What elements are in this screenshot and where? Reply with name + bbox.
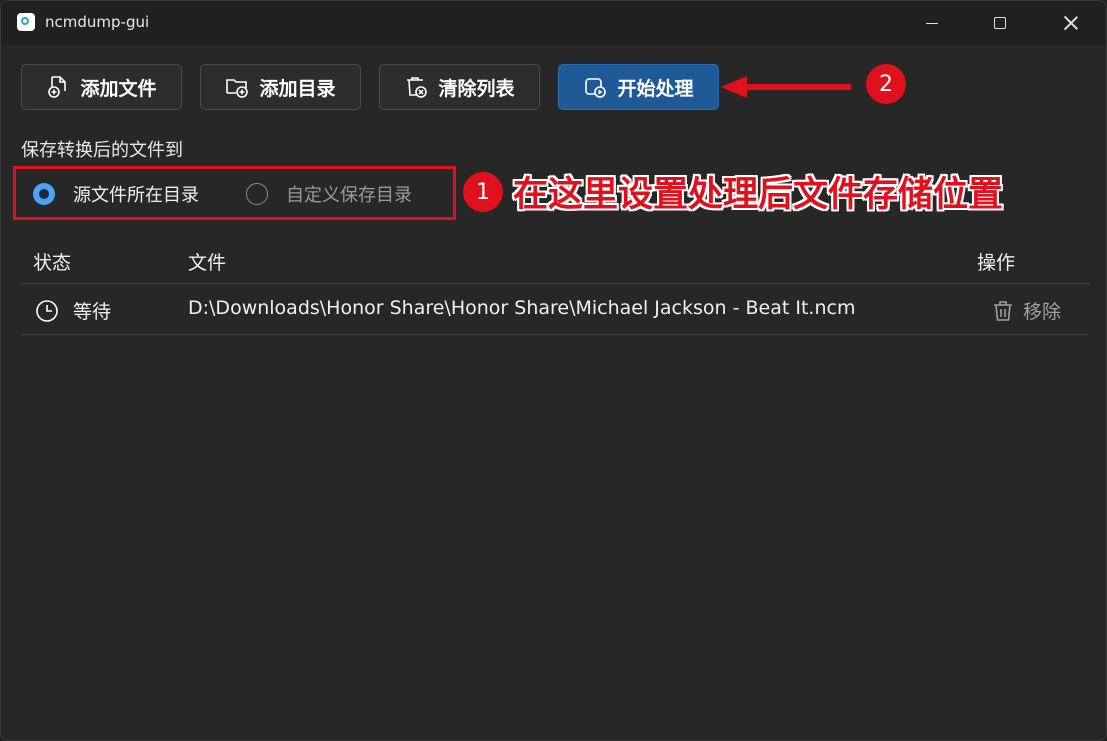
table-header: 状态 文件 操作 [21, 237, 1089, 284]
add-file-icon [48, 76, 67, 98]
radio-source-folder-label: 源文件所在目录 [73, 185, 199, 206]
header-file: 文件 [188, 252, 227, 274]
add-file-button[interactable]: 添加文件 [21, 64, 182, 110]
clear-list-button[interactable]: 清除列表 [379, 64, 540, 110]
radio-checked-icon [33, 183, 55, 205]
table-row: 等待 D:\Downloads\Honor Share\Honor Share\… [21, 284, 1089, 335]
header-status: 状态 [33, 252, 72, 274]
minimize-icon [926, 22, 938, 24]
radio-source-folder[interactable]: 源文件所在目录 [33, 181, 199, 207]
window-title: ncmdump-gui [45, 13, 150, 31]
delete-icon [407, 77, 428, 98]
start-processing-button[interactable]: 开始处理 [558, 64, 719, 110]
remove-button[interactable]: 移除 [991, 297, 1061, 324]
close-icon [1064, 16, 1078, 30]
clock-icon [36, 299, 58, 322]
radio-unchecked-icon [246, 183, 268, 205]
close-button[interactable] [1048, 1, 1094, 45]
start-processing-label: 开始处理 [617, 77, 694, 100]
radio-custom-folder-label: 自定义保存目录 [286, 185, 412, 206]
remove-label: 移除 [1023, 301, 1062, 323]
add-folder-button[interactable]: 添加目录 [200, 64, 361, 110]
trash-icon [994, 300, 1012, 321]
minimize-button[interactable] [909, 1, 955, 45]
annotation-badge-2: 2 [866, 64, 906, 104]
row-status: 等待 [35, 297, 111, 324]
annotation-text: 在这里设置处理后文件存储位置 [513, 175, 1004, 215]
add-folder-icon [226, 79, 249, 98]
row-file-path: D:\Downloads\Honor Share\Honor Share\Mic… [188, 297, 856, 319]
clear-list-label: 清除列表 [438, 77, 515, 100]
app-logo-icon [17, 13, 35, 31]
maximize-button[interactable] [977, 1, 1023, 45]
title-bar: ncmdump-gui [1, 1, 1106, 45]
row-status-text: 等待 [73, 301, 112, 323]
radio-custom-folder[interactable]: 自定义保存目录 [246, 181, 412, 207]
maximize-icon [994, 17, 1006, 29]
save-location-label: 保存转换后的文件到 [21, 140, 183, 161]
play-file-icon [585, 78, 607, 98]
header-action: 操作 [977, 252, 1016, 274]
app-window: ncmdump-gui 添加文件 添加目录 清除列表 开始处理 2 保存转换后的… [0, 0, 1107, 741]
annotation-badge-1: 1 [463, 172, 503, 212]
add-file-label: 添加文件 [80, 77, 157, 100]
annotation-arrow [721, 76, 851, 98]
add-folder-label: 添加目录 [259, 77, 336, 100]
